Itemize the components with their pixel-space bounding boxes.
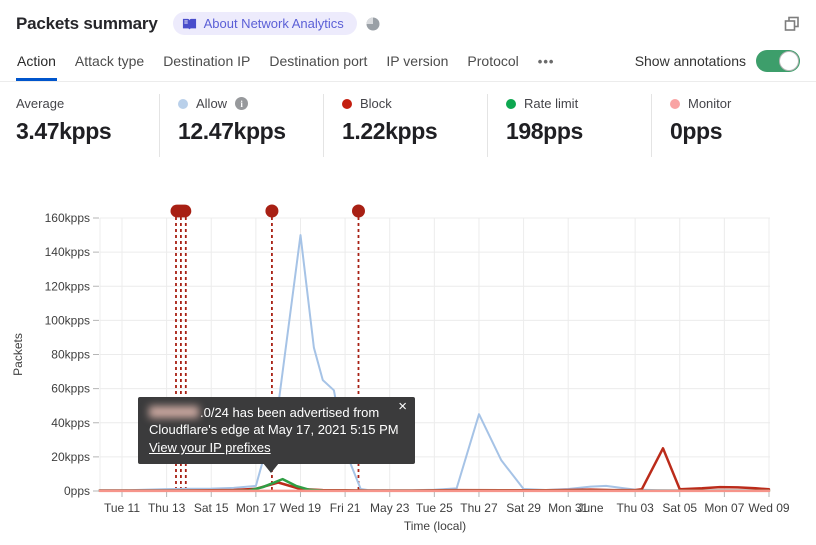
x-tick-label: Thu 13 (148, 501, 186, 515)
tab-bar: Action Attack type Destination IP Destinati… (0, 40, 816, 82)
x-tick-label: Tue 11 (104, 501, 140, 515)
x-tick-label: Wed 19 (280, 501, 321, 515)
info-icon[interactable]: i (235, 97, 249, 110)
y-tick-label: 20kpps (51, 450, 90, 464)
x-tick-label: Thu 03 (616, 501, 654, 515)
annotation-markers (170, 204, 365, 218)
redacted-ip-prefix (149, 406, 199, 418)
x-tick-label: June (577, 501, 603, 515)
y-tick-label: 140kpps (45, 245, 90, 259)
stat-block-legend-dot-icon (342, 98, 352, 109)
about-network-analytics-badge[interactable]: About Network Analytics (172, 12, 357, 35)
x-tick-label: Fri 21 (330, 501, 361, 515)
x-axis-title: Time (local) (404, 519, 466, 533)
tab-destination-ip[interactable]: Destination IP (162, 40, 251, 81)
stat-monitor-label: Monitor (670, 96, 815, 111)
tab-action[interactable]: Action (16, 40, 57, 81)
book-icon (182, 18, 196, 29)
y-tick-label: 0pps (64, 484, 90, 498)
tooltip-line-2: Cloudflare's edge at May 17, 2021 5:15 P… (149, 422, 399, 437)
stat-allow-legend-dot-icon (178, 98, 188, 109)
stat-allow: Allow i 12.47kpps (159, 94, 323, 157)
x-tick-label: Mon 07 (704, 501, 744, 515)
stat-block: Block 1.22kpps (323, 94, 487, 157)
x-tick-label: May 23 (370, 501, 410, 515)
packets-chart[interactable]: 0pps 20kpps 40kpps 60kpps 80kpps 100kpps 120kp… (0, 195, 816, 545)
tab-protocol[interactable]: Protocol (466, 40, 519, 81)
show-annotations-label: Show annotations (634, 52, 746, 69)
stat-average: Average 3.47kpps (16, 94, 159, 157)
y-tick-label: 60kpps (51, 382, 90, 396)
stat-average-value: 3.47kpps (16, 118, 112, 144)
stat-rate-limit-label: Rate limit (506, 96, 651, 111)
tooltip-line-1: .0/24 has been advertised from (149, 404, 404, 421)
stat-monitor-legend-dot-icon (670, 98, 680, 109)
stat-allow-value: 12.47kpps (178, 118, 286, 144)
x-tick-label: Sat 29 (506, 501, 541, 515)
chart-axes: 0pps 20kpps 40kpps 60kpps 80kpps 100kpps 120kp… (11, 211, 790, 533)
tab-attack-type[interactable]: Attack type (74, 40, 145, 81)
page-title: Packets summary (16, 13, 158, 33)
x-tick-label: Thu 27 (460, 501, 498, 515)
annotation-marker-dot[interactable] (265, 204, 279, 218)
y-tick-label: 40kpps (51, 416, 90, 430)
summary-stats: Average 3.47kpps Allow i 12.47kpps Block 1.22k… (0, 84, 816, 157)
packets-summary-panel: Packets summary About Network Analytics … (0, 0, 816, 545)
annotation-marker-dot[interactable] (351, 204, 365, 218)
y-tick-label: 120kpps (45, 279, 90, 293)
y-tick-label: 160kpps (45, 211, 90, 225)
show-annotations-control: Show annotations (635, 40, 800, 81)
stat-rate-limit-value: 198pps (506, 118, 583, 144)
badge-label: About Network Analytics (203, 16, 344, 31)
tab-ip-version[interactable]: IP version (385, 40, 449, 81)
stat-rate-limit: Rate limit 198pps (487, 94, 651, 157)
stat-average-label: Average (16, 96, 65, 111)
show-annotations-toggle[interactable] (756, 49, 800, 72)
y-axis-title: Packets (11, 333, 25, 376)
stat-rate-limit-legend-dot-icon (506, 98, 516, 109)
y-tick-label: 100kpps (45, 313, 90, 327)
stat-monitor-value: 0pps (670, 118, 723, 144)
stat-block-label: Block (342, 96, 487, 111)
copy-icon[interactable] (784, 16, 800, 32)
tooltip-arrow (263, 463, 279, 473)
pie-icon[interactable] (366, 17, 380, 31)
stat-monitor: Monitor 0pps (651, 94, 815, 157)
y-tick-label: 80kpps (51, 348, 90, 362)
tab-destination-port[interactable]: Destination port (268, 40, 368, 81)
stat-block-value: 1.22kpps (342, 118, 438, 144)
stat-allow-label: Allow i (178, 96, 323, 111)
x-tick-label: Sat 15 (194, 501, 229, 515)
close-icon[interactable]: × (398, 399, 407, 414)
annotation-marker-pill[interactable] (170, 204, 192, 218)
x-tick-label: Tue 25 (416, 501, 453, 515)
x-tick-label: Wed 09 (748, 501, 789, 515)
view-ip-prefixes-link[interactable]: View your IP prefixes (149, 439, 271, 456)
tab-more[interactable]: ••• (537, 40, 556, 81)
x-tick-label: Sat 05 (662, 501, 697, 515)
annotation-tooltip: × .0/24 has been advertised from Cloudfl… (138, 397, 415, 473)
x-tick-label: Mon 17 (236, 501, 276, 515)
toggle-knob (779, 50, 799, 71)
panel-header: Packets summary About Network Analytics (0, 0, 816, 35)
